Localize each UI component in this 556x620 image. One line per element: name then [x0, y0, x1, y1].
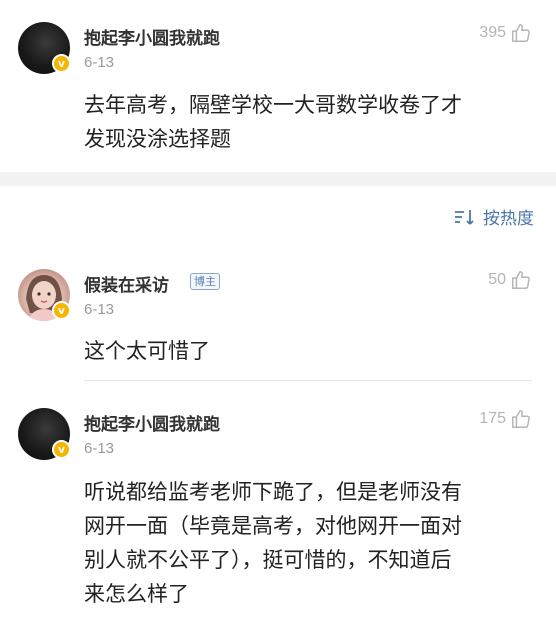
- section-divider: [0, 172, 556, 186]
- comment-text: 听说都给监考老师下跪了，但是老师没有 网开一面（毕竟是高考，对他网开一面对 别人…: [84, 480, 462, 606]
- like-count: 395: [479, 24, 506, 41]
- comment-date: 6-13: [84, 54, 115, 71]
- like-button[interactable]: 50: [488, 269, 532, 291]
- verified-badge-icon: v: [52, 54, 71, 73]
- author-tag: 博主: [190, 273, 220, 290]
- username[interactable]: 抱起李小圆我就跑: [84, 410, 220, 435]
- thumbs-up-icon: [512, 410, 530, 428]
- thumbs-up-icon: [512, 271, 530, 289]
- like-count: 50: [488, 271, 506, 288]
- sort-toggle[interactable]: 按热度: [453, 204, 534, 229]
- like-count: 175: [479, 410, 506, 427]
- comment-date: 6-13: [84, 440, 115, 457]
- comment-item: v 抱起李小圆我就跑 6-13 395 去年高考，隔壁学校一大哥数学收卷了才 发…: [0, 0, 556, 172]
- username[interactable]: 假装在采访: [84, 271, 169, 296]
- like-button[interactable]: 395: [479, 22, 532, 44]
- like-button[interactable]: 175: [479, 408, 532, 430]
- verified-badge-icon: v: [52, 440, 71, 459]
- verified-badge-icon: v: [52, 301, 71, 320]
- comment-item: v 假装在采访 博主 6-13 50 这个太可惜了: [0, 255, 556, 380]
- comment-text: 这个太可惜了: [84, 339, 210, 363]
- thumbs-up-icon: [512, 24, 530, 42]
- comment-divider: [84, 380, 532, 381]
- username[interactable]: 抱起李小圆我就跑: [84, 24, 220, 49]
- comment-item: v 抱起李小圆我就跑 6-13 175 听说都给监考老师下跪了，但是老师没有 网…: [0, 395, 556, 620]
- sort-label: 按热度: [483, 209, 534, 229]
- comment-date: 6-13: [84, 301, 115, 318]
- sort-icon: [455, 209, 474, 225]
- comment-text: 去年高考，隔壁学校一大哥数学收卷了才 发现没涂选择题: [84, 93, 462, 151]
